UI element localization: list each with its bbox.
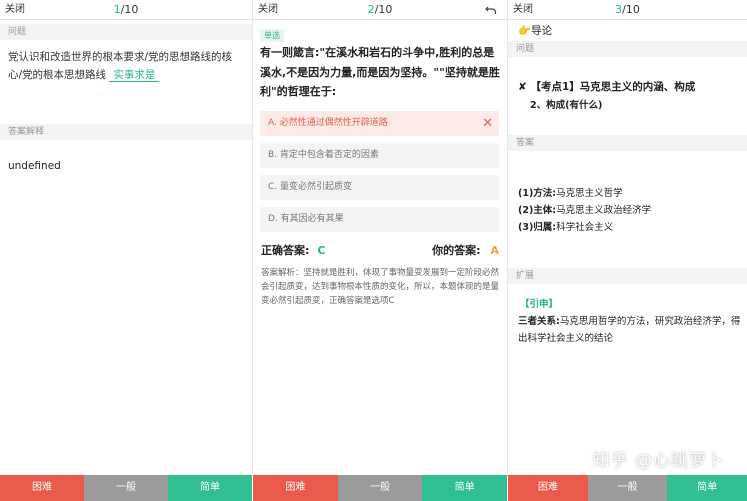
answer-line-text: 马克思主义哲学 <box>556 188 623 199</box>
undo-icon[interactable] <box>485 0 497 22</box>
hard-button[interactable]: 困难 <box>0 475 84 501</box>
top-bar: 关闭 2/10 <box>253 0 507 20</box>
flashcard-panel-3: 关闭 3/10 👉导论 问题 ✘ 【考点1】马克思主义的内涵、构成 2、构成(有… <box>508 0 747 501</box>
normal-button[interactable]: 一般 <box>587 475 668 501</box>
option-a[interactable]: A. 必然性通过偶然性开辟道路 ✕ <box>260 110 499 136</box>
answer-line: (3)归属:科学社会主义 <box>518 219 747 236</box>
easy-button[interactable]: 简单 <box>422 475 507 501</box>
extend-tag: 【引申】 <box>520 299 559 310</box>
keypoint-subtitle: 2、构成(有什么) <box>530 100 603 111</box>
option-label: B. 肯定中包含着否定的因素 <box>268 149 379 160</box>
extend-title: 三者关系: <box>518 316 560 327</box>
section-explanation: 答案解释 <box>0 124 252 140</box>
counter-current: 2 <box>367 3 375 16</box>
counter-current: 1 <box>113 3 121 16</box>
top-bar: 关闭 3/10 <box>508 0 747 20</box>
watermark: 知乎 @心跳萝卜 <box>592 451 725 471</box>
blank-answer: 实事求是 <box>109 69 160 82</box>
answer-line-text: 科学社会主义 <box>556 222 614 233</box>
answers-row: 正确答案: C 你的答案: A <box>253 242 507 260</box>
correct-answer: 正确答案: C <box>261 242 325 258</box>
section-question: 问题 <box>508 41 747 57</box>
section-question: 问题 <box>0 24 252 40</box>
option-label: C. 量变必然引起质变 <box>268 181 353 192</box>
answer-line-key: (2)主体: <box>518 205 557 216</box>
normal-button[interactable]: 一般 <box>84 475 168 501</box>
wrong-icon: ✕ <box>482 115 493 131</box>
correct-answer-value: C <box>317 243 326 257</box>
extend-line-text: 马克思用哲学的方法，研究政治经济学，得 <box>559 316 741 327</box>
counter-total: /10 <box>622 3 640 16</box>
card-counter: 3/10 <box>508 0 747 20</box>
answer-line-key: (1)方法: <box>518 188 557 199</box>
correct-answer-label: 正确答案: <box>261 243 310 257</box>
option-b[interactable]: B. 肯定中包含着否定的因素 <box>260 142 499 168</box>
card-counter: 2/10 <box>253 0 507 20</box>
your-answer-label: 你的答案: <box>432 243 481 257</box>
answer-line-text: 马克思主义政治经济学 <box>556 205 652 216</box>
card-counter: 1/10 <box>0 0 252 20</box>
option-label: D. 有其因必有其果 <box>268 213 344 224</box>
guide-label: 导论 <box>531 25 553 37</box>
option-d[interactable]: D. 有其因必有其果 <box>260 206 499 232</box>
your-answer-value: A <box>490 243 499 257</box>
extend-line: 三者关系:马克思用哲学的方法，研究政治经济学，得 <box>518 313 747 330</box>
counter-total: /10 <box>374 3 393 16</box>
extend-line: 出科学社会主义的结论 <box>518 333 614 344</box>
answer-list: (1)方法:马克思主义哲学 (2)主体:马克思主义政治经济学 (3)归属:科学社… <box>508 151 747 236</box>
answer-text: undefined <box>8 160 61 172</box>
cross-mark-icon: ✘ <box>518 81 527 93</box>
answer-line: (1)方法:马克思主义哲学 <box>518 185 747 202</box>
keypoint-label: 【考点1】马克思主义的内涵、构成 <box>530 81 696 93</box>
option-label: A. 必然性通过偶然性开辟道路 <box>268 117 388 128</box>
hard-button[interactable]: 困难 <box>508 475 588 501</box>
flashcard-panel-2: 关闭 2/10 单选 有一则箴言:"在溪水和岩石的斗争中,胜利的总是溪水,不是因… <box>253 0 507 501</box>
answer-line-key: (3)归属: <box>518 222 557 233</box>
question-text: 党认识和改造世界的根本要求/党的思想路线的核心/党的根本思想路线 实事求是 <box>0 40 252 122</box>
question-type-tag: 单选 <box>260 29 284 42</box>
normal-button[interactable]: 一般 <box>337 475 423 501</box>
rating-bar: 困难 一般 简单 <box>508 475 747 501</box>
section-extend: 扩展 <box>508 268 747 284</box>
your-answer: 你的答案: A <box>432 242 499 258</box>
flashcard-panel-1: 关闭 1/10 问题 党认识和改造世界的根本要求/党的思想路线的核心/党的根本思… <box>0 0 252 501</box>
option-c[interactable]: C. 量变必然引起质变 <box>260 174 499 200</box>
keypoint-title: ✘ 【考点1】马克思主义的内涵、构成 <box>508 57 747 94</box>
easy-button[interactable]: 简单 <box>667 475 747 501</box>
question-stem: 有一则箴言:"在溪水和岩石的斗争中,胜利的总是溪水,不是因为力量,而是因为坚持。… <box>260 46 500 98</box>
rating-bar: 困难 一般 简单 <box>253 475 507 501</box>
section-answer: 答案 <box>508 135 747 151</box>
extend-text: 三者关系:马克思用哲学的方法，研究政治经济学，得 出科学社会主义的结论 <box>508 310 747 347</box>
rating-bar: 困难 一般 简单 <box>0 475 252 501</box>
top-bar: 关闭 1/10 <box>0 0 252 20</box>
guide-heading: 👉导论 <box>508 20 747 39</box>
pointing-hand-icon: 👉 <box>518 25 532 37</box>
hard-button[interactable]: 困难 <box>253 475 338 501</box>
answer-line: (2)主体:马克思主义政治经济学 <box>518 202 747 219</box>
counter-total: /10 <box>120 3 139 16</box>
easy-button[interactable]: 简单 <box>168 475 252 501</box>
answer-analysis: 答案解析：坚持就是胜利，体现了事物量变发展到一定阶段必然会引起质变，达到事物根本… <box>261 267 500 306</box>
